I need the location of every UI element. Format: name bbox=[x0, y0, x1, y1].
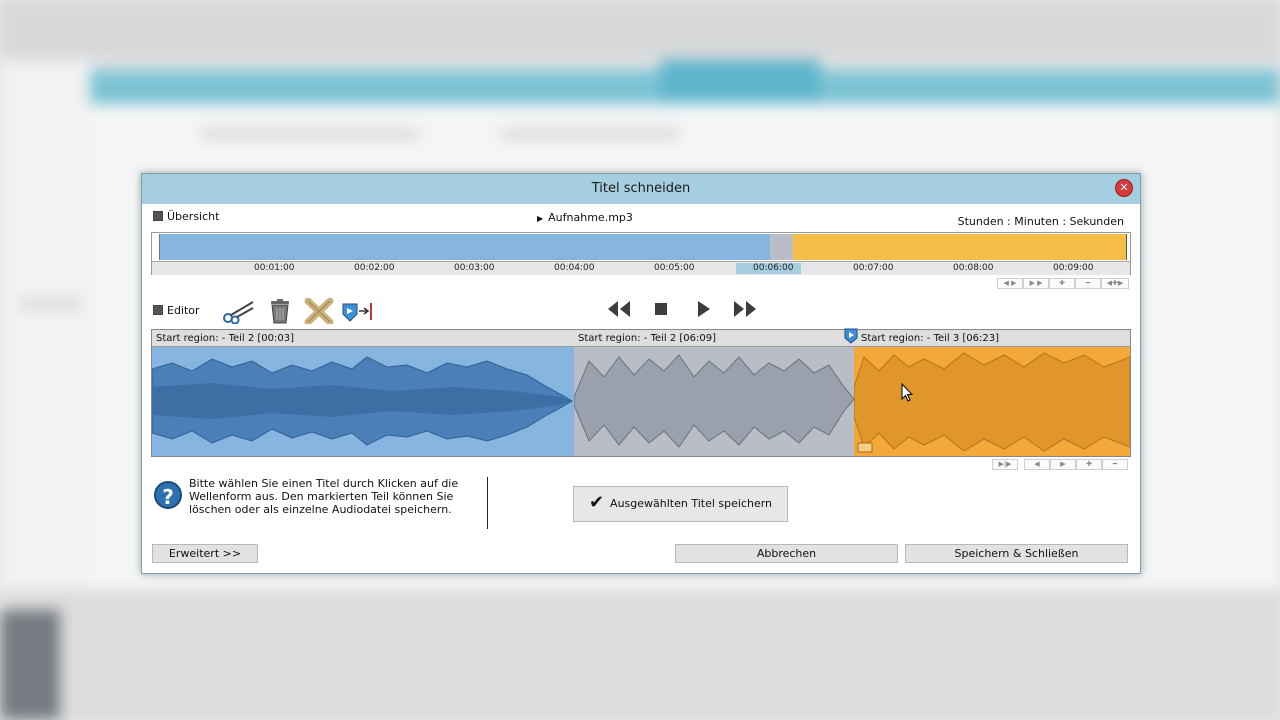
editor-label: Editor bbox=[167, 304, 200, 317]
time-format-label: Stunden : Minuten : Sekunden bbox=[957, 215, 1124, 228]
overview-ticks: 00:01:00 00:02:00 00:03:00 00:04:00 00:0… bbox=[152, 261, 1130, 275]
separator bbox=[487, 477, 488, 529]
overview-segment-blue[interactable] bbox=[160, 234, 770, 260]
close-icon[interactable]: ✕ bbox=[1115, 179, 1133, 197]
save-close-button[interactable]: Speichern & Schließen bbox=[905, 544, 1128, 563]
advanced-button[interactable]: Erweitert >> bbox=[152, 544, 258, 563]
overview-zoom-out-button[interactable]: ━ bbox=[1075, 278, 1101, 289]
overview-toggle[interactable]: Übersicht bbox=[153, 210, 219, 223]
dialog-title: Titel schneiden bbox=[591, 181, 691, 196]
overview-start-marker bbox=[153, 234, 160, 260]
tick-label: 00:02:00 bbox=[354, 263, 395, 273]
scissors-icon[interactable] bbox=[221, 298, 255, 324]
editor-jump-button[interactable]: ▶|▶ bbox=[992, 459, 1018, 470]
tick-label: 00:05:00 bbox=[654, 263, 695, 273]
editor-toggle[interactable]: Editor bbox=[153, 304, 200, 317]
overview-label: Übersicht bbox=[167, 210, 220, 223]
overview-track[interactable] bbox=[152, 233, 1130, 261]
collapse-icon bbox=[153, 211, 163, 221]
background-dark-block bbox=[0, 610, 60, 720]
editor-zoom-out-button[interactable]: ━ bbox=[1102, 459, 1128, 470]
overview-fit-button[interactable]: ◀✚▶ bbox=[1101, 278, 1129, 289]
tick-label: 00:04:00 bbox=[554, 263, 595, 273]
waveform-editor[interactable]: Start region: - Teil 2 [00:03] Start reg… bbox=[151, 329, 1131, 457]
collapse-icon bbox=[153, 305, 163, 315]
waveform-orange bbox=[853, 352, 1130, 453]
background-topbar bbox=[0, 0, 1280, 60]
background-line bbox=[20, 300, 80, 308]
waveform-blue bbox=[152, 356, 573, 446]
help-text: Bitte wählen Sie einen Titel durch Klick… bbox=[189, 477, 459, 516]
cross-out-icon[interactable] bbox=[302, 298, 336, 324]
tick-label: 00:09:00 bbox=[1053, 263, 1094, 273]
region-blue[interactable] bbox=[152, 347, 575, 456]
editor-prev-button[interactable]: ◀ bbox=[1024, 459, 1050, 470]
triangle-right-icon: ▶ bbox=[537, 214, 544, 223]
save-selected-button[interactable]: ✔ Ausgewählten Titel speichern bbox=[573, 486, 788, 522]
region-header-1: Start region: - Teil 2 [00:03] bbox=[152, 330, 574, 347]
region-orange[interactable] bbox=[853, 347, 1130, 456]
region-gray[interactable] bbox=[573, 347, 855, 456]
region-header-2: Start region: - Teil 2 [06:09] bbox=[574, 330, 854, 347]
tick-label-highlighted: 00:06:00 bbox=[736, 263, 802, 274]
fast-forward-icon[interactable] bbox=[731, 297, 759, 321]
tick-label: 00:07:00 bbox=[853, 263, 894, 273]
background-tab-highlight bbox=[660, 60, 820, 100]
help-icon: ? bbox=[154, 481, 182, 509]
region-header-3: Start region: - Teil 3 [06:23] bbox=[854, 330, 1130, 347]
overview-segment-orange[interactable] bbox=[793, 234, 1127, 260]
file-name: ▶ Aufnahme.mp3 bbox=[537, 211, 633, 224]
editor-zoom-in-button[interactable]: ✚ bbox=[1076, 459, 1102, 470]
overview-prev-button[interactable]: ◀ ▶ bbox=[997, 278, 1023, 289]
overview-timeline[interactable]: 00:01:00 00:02:00 00:03:00 00:04:00 00:0… bbox=[151, 232, 1131, 275]
cancel-button[interactable]: Abbrechen bbox=[675, 544, 898, 563]
cut-track-dialog: Titel schneiden ✕ Übersicht ▶ Aufnahme.mp… bbox=[141, 173, 1141, 574]
dialog-titlebar: Titel schneiden ✕ bbox=[142, 174, 1140, 204]
stop-icon[interactable] bbox=[647, 297, 675, 321]
tick-label: 00:08:00 bbox=[953, 263, 994, 273]
playhead-marker-icon[interactable] bbox=[844, 328, 858, 344]
tick-label: 00:03:00 bbox=[454, 263, 495, 273]
background-line bbox=[500, 130, 680, 138]
checkmark-icon: ✔ bbox=[588, 492, 605, 513]
mouse-cursor-icon bbox=[901, 383, 913, 402]
trash-icon[interactable] bbox=[263, 298, 297, 324]
overview-next-button[interactable]: ▶ ▶ bbox=[1023, 278, 1049, 289]
rewind-icon[interactable] bbox=[605, 297, 633, 321]
waveform-gray bbox=[573, 354, 855, 448]
tick-label: 00:01:00 bbox=[254, 263, 295, 273]
play-icon[interactable] bbox=[689, 297, 717, 321]
overview-zoom-in-button[interactable]: ✚ bbox=[1049, 278, 1075, 289]
background-line bbox=[200, 130, 420, 138]
file-name-text: Aufnahme.mp3 bbox=[548, 211, 633, 224]
background-footer bbox=[0, 590, 1280, 720]
save-selected-label: Ausgewählten Titel speichern bbox=[610, 497, 773, 510]
marker-jump-icon[interactable] bbox=[340, 298, 374, 324]
overview-segment-gray[interactable] bbox=[770, 234, 793, 260]
editor-next-button[interactable]: ▶ bbox=[1050, 459, 1076, 470]
